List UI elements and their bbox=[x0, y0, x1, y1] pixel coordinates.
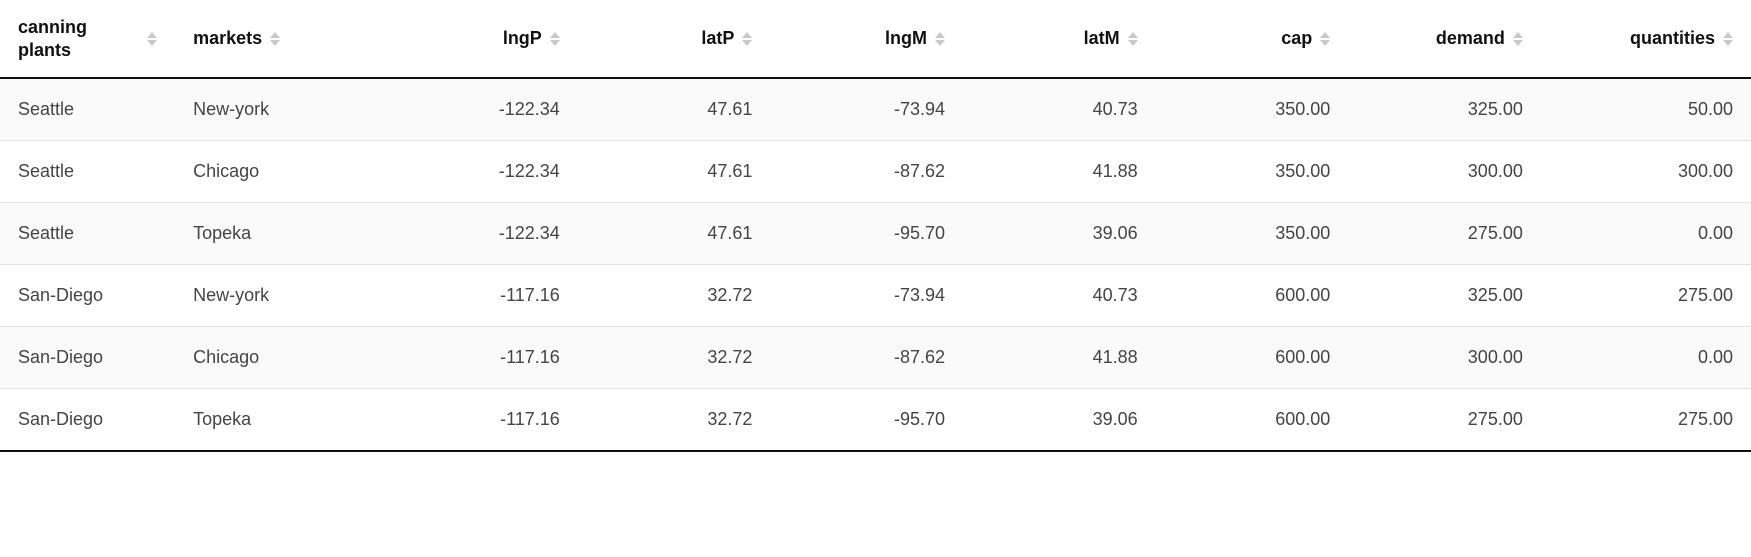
sort-icon[interactable] bbox=[270, 32, 280, 46]
table-row: San-DiegoNew-york-117.1632.72-73.9440.73… bbox=[0, 265, 1751, 327]
cell-cap: 600.00 bbox=[1156, 265, 1349, 327]
sort-icon[interactable] bbox=[1320, 32, 1330, 46]
column-header-label: markets bbox=[193, 27, 262, 50]
cell-markets: Topeka bbox=[175, 389, 385, 452]
column-header-lngP[interactable]: lngP bbox=[385, 0, 578, 78]
cell-lngM: -95.70 bbox=[770, 389, 963, 452]
cell-cap: 350.00 bbox=[1156, 78, 1349, 141]
cell-canning-plants: Seattle bbox=[0, 203, 175, 265]
cell-lngP: -122.34 bbox=[385, 78, 578, 141]
table-row: SeattleTopeka-122.3447.61-95.7039.06350.… bbox=[0, 203, 1751, 265]
cell-markets: Chicago bbox=[175, 141, 385, 203]
data-table: canning plants markets lngP latP lngM latM cap… bbox=[0, 0, 1751, 452]
cell-demand: 300.00 bbox=[1348, 141, 1541, 203]
sort-icon[interactable] bbox=[1128, 32, 1138, 46]
cell-latM: 39.06 bbox=[963, 203, 1156, 265]
cell-markets: New-york bbox=[175, 78, 385, 141]
column-header-demand[interactable]: demand bbox=[1348, 0, 1541, 78]
cell-lngM: -73.94 bbox=[770, 78, 963, 141]
cell-latP: 47.61 bbox=[578, 78, 771, 141]
cell-quantities: 275.00 bbox=[1541, 389, 1751, 452]
table-row: San-DiegoTopeka-117.1632.72-95.7039.0660… bbox=[0, 389, 1751, 452]
sort-icon[interactable] bbox=[935, 32, 945, 46]
cell-markets: Topeka bbox=[175, 203, 385, 265]
cell-latM: 40.73 bbox=[963, 265, 1156, 327]
cell-lngP: -122.34 bbox=[385, 203, 578, 265]
sort-icon[interactable] bbox=[147, 32, 157, 46]
table-header: canning plants markets lngP latP lngM latM cap… bbox=[0, 0, 1751, 78]
cell-lngP: -122.34 bbox=[385, 141, 578, 203]
cell-latM: 40.73 bbox=[963, 78, 1156, 141]
cell-markets: Chicago bbox=[175, 327, 385, 389]
cell-cap: 350.00 bbox=[1156, 203, 1349, 265]
cell-quantities: 275.00 bbox=[1541, 265, 1751, 327]
cell-cap: 600.00 bbox=[1156, 327, 1349, 389]
cell-demand: 275.00 bbox=[1348, 389, 1541, 452]
column-header-markets[interactable]: markets bbox=[175, 0, 385, 78]
cell-latP: 47.61 bbox=[578, 141, 771, 203]
column-header-label: canning plants bbox=[18, 16, 139, 61]
cell-quantities: 0.00 bbox=[1541, 327, 1751, 389]
cell-latP: 32.72 bbox=[578, 389, 771, 452]
table-body: SeattleNew-york-122.3447.61-73.9440.7335… bbox=[0, 78, 1751, 451]
cell-lngM: -87.62 bbox=[770, 141, 963, 203]
column-header-quantities[interactable]: quantities bbox=[1541, 0, 1751, 78]
cell-demand: 325.00 bbox=[1348, 265, 1541, 327]
cell-quantities: 300.00 bbox=[1541, 141, 1751, 203]
cell-canning-plants: San-Diego bbox=[0, 327, 175, 389]
column-header-latP[interactable]: latP bbox=[578, 0, 771, 78]
sort-icon[interactable] bbox=[1513, 32, 1523, 46]
cell-latP: 32.72 bbox=[578, 265, 771, 327]
cell-lngM: -73.94 bbox=[770, 265, 963, 327]
cell-cap: 350.00 bbox=[1156, 141, 1349, 203]
table-row: San-DiegoChicago-117.1632.72-87.6241.886… bbox=[0, 327, 1751, 389]
cell-canning-plants: Seattle bbox=[0, 78, 175, 141]
cell-latM: 39.06 bbox=[963, 389, 1156, 452]
table-row: SeattleChicago-122.3447.61-87.6241.88350… bbox=[0, 141, 1751, 203]
cell-quantities: 50.00 bbox=[1541, 78, 1751, 141]
cell-lngM: -95.70 bbox=[770, 203, 963, 265]
cell-quantities: 0.00 bbox=[1541, 203, 1751, 265]
column-header-label: quantities bbox=[1630, 27, 1715, 50]
column-header-label: lngP bbox=[503, 27, 542, 50]
column-header-canning-plants[interactable]: canning plants bbox=[0, 0, 175, 78]
column-header-latM[interactable]: latM bbox=[963, 0, 1156, 78]
cell-latP: 47.61 bbox=[578, 203, 771, 265]
column-header-label: demand bbox=[1436, 27, 1505, 50]
cell-demand: 325.00 bbox=[1348, 78, 1541, 141]
column-header-label: latP bbox=[701, 27, 734, 50]
sort-icon[interactable] bbox=[1723, 32, 1733, 46]
cell-canning-plants: Seattle bbox=[0, 141, 175, 203]
cell-latP: 32.72 bbox=[578, 327, 771, 389]
table-row: SeattleNew-york-122.3447.61-73.9440.7335… bbox=[0, 78, 1751, 141]
column-header-lngM[interactable]: lngM bbox=[770, 0, 963, 78]
cell-lngM: -87.62 bbox=[770, 327, 963, 389]
column-header-label: cap bbox=[1281, 27, 1312, 50]
cell-latM: 41.88 bbox=[963, 141, 1156, 203]
cell-lngP: -117.16 bbox=[385, 327, 578, 389]
cell-lngP: -117.16 bbox=[385, 389, 578, 452]
sort-icon[interactable] bbox=[742, 32, 752, 46]
column-header-label: lngM bbox=[885, 27, 927, 50]
column-header-cap[interactable]: cap bbox=[1156, 0, 1349, 78]
sort-icon[interactable] bbox=[550, 32, 560, 46]
cell-latM: 41.88 bbox=[963, 327, 1156, 389]
cell-markets: New-york bbox=[175, 265, 385, 327]
cell-canning-plants: San-Diego bbox=[0, 265, 175, 327]
cell-demand: 275.00 bbox=[1348, 203, 1541, 265]
cell-lngP: -117.16 bbox=[385, 265, 578, 327]
cell-demand: 300.00 bbox=[1348, 327, 1541, 389]
column-header-label: latM bbox=[1084, 27, 1120, 50]
cell-canning-plants: San-Diego bbox=[0, 389, 175, 452]
cell-cap: 600.00 bbox=[1156, 389, 1349, 452]
